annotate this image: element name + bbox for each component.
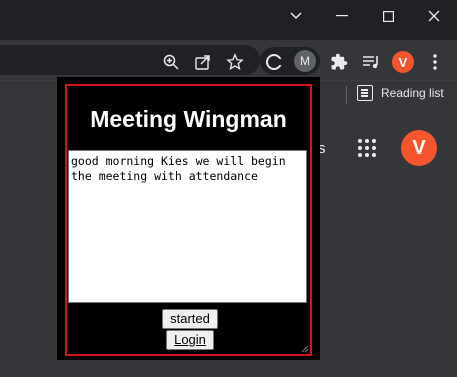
share-icon[interactable] [193,52,213,72]
kebab-menu-icon[interactable] [425,52,445,72]
chevron-down-icon[interactable] [279,4,313,28]
reading-list-label[interactable]: Reading list [381,86,444,100]
maximize-icon[interactable] [371,4,405,28]
popup-title: Meeting Wingman [90,106,287,132]
extension-popup: Meeting Wingman good morning Kies we wil… [57,77,320,360]
meeting-wingman-extension-icon[interactable]: M [294,50,316,72]
started-button[interactable]: started [162,309,218,329]
puzzle-icon[interactable] [329,52,349,72]
extension-c-icon[interactable] [264,52,284,72]
reading-list-icon[interactable] [357,85,373,101]
star-icon[interactable] [225,52,245,72]
apps-grid-icon[interactable] [358,139,376,157]
popup-frame: Meeting Wingman good morning Kies we wil… [65,84,312,356]
close-icon[interactable] [417,4,451,28]
minimize-icon[interactable] [325,4,359,28]
page-avatar[interactable]: V [401,130,437,166]
resize-handle-icon[interactable] [301,345,309,353]
profile-avatar[interactable]: V [392,51,414,73]
transcript-textarea[interactable]: good morning Kies we will begin the meet… [68,150,307,303]
login-button[interactable]: Login [166,330,214,350]
zoom-icon[interactable] [161,52,181,72]
bookmarks-divider [346,86,347,104]
address-bar[interactable] [0,45,260,75]
media-queue-icon[interactable] [361,52,381,72]
